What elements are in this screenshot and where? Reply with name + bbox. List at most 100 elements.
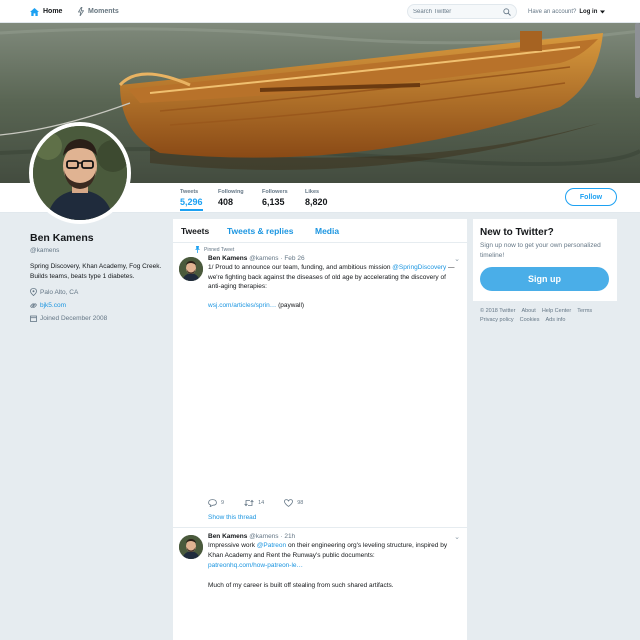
- stat-following-label: Following: [218, 189, 244, 195]
- pinned-indicator: Pinned Tweet: [195, 246, 234, 253]
- tab-tweets[interactable]: Tweets: [181, 226, 209, 236]
- footer-privacy[interactable]: Privacy policy: [480, 317, 514, 323]
- search-icon[interactable]: [503, 7, 511, 16]
- tweet-author-handle[interactable]: @kamens: [249, 255, 278, 262]
- follow-button[interactable]: Follow: [565, 188, 617, 206]
- tweet-text-extra: Much of my career is built off stealing …: [208, 581, 394, 589]
- tweet-mention[interactable]: @Patreon: [257, 542, 286, 549]
- footer-cookies[interactable]: Cookies: [520, 317, 540, 323]
- tweet-mention[interactable]: @SpringDiscovery: [392, 264, 446, 271]
- profile-handle[interactable]: @kamens: [30, 247, 165, 254]
- reply-count: 9: [221, 500, 225, 506]
- location-pin-icon: [30, 288, 37, 296]
- signup-title: New to Twitter?: [480, 227, 554, 238]
- tweet-text: Impressive work @Patreon on their engine…: [208, 541, 458, 560]
- signup-button[interactable]: Sign up: [480, 267, 609, 291]
- tweet-date[interactable]: · Feb 26: [280, 255, 304, 262]
- tweet-text-part1: 1/ Proud to announce our team, funding, …: [208, 264, 391, 271]
- tweet-link-line: wsj.com/articles/sprin… (paywall): [208, 301, 458, 311]
- profile-website-link[interactable]: bjk5.com: [40, 302, 66, 309]
- tweet-body: Ben Kamens @kamens · Feb 26 1/ Proud to …: [208, 255, 458, 310]
- footer-terms[interactable]: Terms: [577, 308, 592, 314]
- profile-website[interactable]: bjk5.com: [30, 302, 165, 309]
- timeline: Tweets Tweets & replies Media Pinned Twe…: [173, 219, 467, 640]
- show-thread-link[interactable]: Show this thread: [208, 514, 256, 521]
- profile-joined: Joined December 2008: [30, 315, 165, 322]
- nav-moments[interactable]: Moments: [78, 0, 119, 23]
- footer-help-center[interactable]: Help Center: [542, 308, 571, 314]
- reply-icon: [208, 499, 217, 507]
- profile-name[interactable]: Ben Kamens: [30, 232, 165, 244]
- footer-ads-info[interactable]: Ads info: [546, 317, 566, 323]
- search-box[interactable]: [407, 4, 517, 19]
- nav-home-label: Home: [43, 8, 63, 15]
- tab-tweets-replies[interactable]: Tweets & replies: [227, 226, 293, 236]
- tweet-author-name[interactable]: Ben Kamens: [208, 255, 247, 262]
- stat-following[interactable]: Following 408: [218, 189, 244, 207]
- stat-followers[interactable]: Followers 6,135: [262, 189, 288, 207]
- tweet-url-suffix: (paywall): [276, 301, 305, 309]
- tweet-actions: 9 14 98: [208, 499, 303, 507]
- pin-icon: [195, 246, 200, 253]
- home-icon: [30, 7, 39, 16]
- profile-location-text: Palo Alto, CA: [40, 288, 79, 296]
- account-area: Have an account? Log in: [528, 0, 606, 23]
- pinned-label: Pinned Tweet: [204, 246, 235, 253]
- signup-panel: New to Twitter? Sign up now to get your …: [473, 219, 617, 301]
- search-input[interactable]: [413, 8, 493, 15]
- profile-card: Ben Kamens @kamens Spring Discovery, Kha…: [30, 232, 165, 322]
- caret-down-icon[interactable]: [600, 10, 606, 14]
- stat-tweets-label: Tweets: [180, 189, 199, 195]
- tweet-link-line: patreonhq.com/how-patreon-le…: [208, 561, 458, 571]
- lightning-icon: [78, 7, 84, 16]
- retweet-icon: [244, 499, 254, 507]
- stat-likes-label: Likes: [305, 189, 320, 195]
- tweet-avatar[interactable]: [179, 257, 203, 281]
- stat-followers-value: 6,135: [262, 197, 285, 207]
- scrollbar[interactable]: [635, 23, 640, 98]
- calendar-icon: [30, 315, 37, 322]
- like-action[interactable]: 98: [284, 499, 303, 507]
- tweet-date[interactable]: · 21h: [280, 533, 295, 540]
- tweet-text: 1/ Proud to announce our team, funding, …: [208, 263, 458, 292]
- stat-tweets-value: 5,296: [180, 197, 203, 207]
- nav-moments-label: Moments: [88, 8, 119, 15]
- reply-action[interactable]: 9: [208, 499, 224, 507]
- tweet-body: Ben Kamens @kamens · 21h Impressive work…: [208, 533, 458, 590]
- tweet-divider: [173, 527, 467, 528]
- top-nav: Home Moments Have an account? Log in: [0, 0, 640, 23]
- footer-links: © 2018 Twitter About Help Center Terms P…: [480, 308, 615, 323]
- retweet-action[interactable]: 14: [244, 499, 264, 507]
- link-icon: [30, 303, 37, 308]
- tweet-author-handle[interactable]: @kamens: [249, 533, 278, 540]
- tweet-avatar-image: [179, 535, 203, 559]
- stat-likes[interactable]: Likes 8,820: [305, 189, 328, 207]
- footer-about[interactable]: About: [521, 308, 535, 314]
- tweet-url[interactable]: wsj.com/articles/sprin…: [208, 302, 276, 309]
- profile-bio: Spring Discovery, Khan Academy, Fog Cree…: [30, 263, 162, 280]
- avatar-portrait-image: [33, 126, 127, 220]
- have-account-text: Have an account?: [528, 8, 577, 15]
- tweet-avatar-image: [179, 257, 203, 281]
- avatar[interactable]: [29, 122, 131, 224]
- tweet-avatar[interactable]: [179, 535, 203, 559]
- stat-tweets[interactable]: Tweets 5,296: [180, 189, 203, 211]
- tweet-header: Ben Kamens @kamens · 21h: [208, 533, 458, 540]
- tweet-text-part1: Impressive work: [208, 542, 257, 549]
- tweet-header: Ben Kamens @kamens · Feb 26: [208, 255, 458, 262]
- profile-joined-text: Joined December 2008: [40, 315, 108, 322]
- timeline-tabs: Tweets Tweets & replies Media: [173, 219, 467, 243]
- stat-followers-label: Followers: [262, 189, 288, 195]
- login-button[interactable]: Log in: [579, 9, 597, 15]
- tweet-url[interactable]: patreonhq.com/how-patreon-le…: [208, 562, 303, 569]
- tweet-author-name[interactable]: Ben Kamens: [208, 533, 247, 540]
- profile-meta: Palo Alto, CA bjk5.com Joined December 2…: [30, 288, 165, 322]
- footer-copyright: © 2018 Twitter: [480, 308, 516, 314]
- heart-icon: [284, 499, 294, 507]
- nav-home[interactable]: Home: [30, 0, 62, 23]
- profile-location: Palo Alto, CA: [30, 288, 165, 296]
- tab-media[interactable]: Media: [315, 226, 339, 236]
- signup-subtitle: Sign up now to get your own personalized…: [480, 242, 601, 259]
- stat-likes-value: 8,820: [305, 197, 328, 207]
- like-count: 98: [297, 500, 304, 506]
